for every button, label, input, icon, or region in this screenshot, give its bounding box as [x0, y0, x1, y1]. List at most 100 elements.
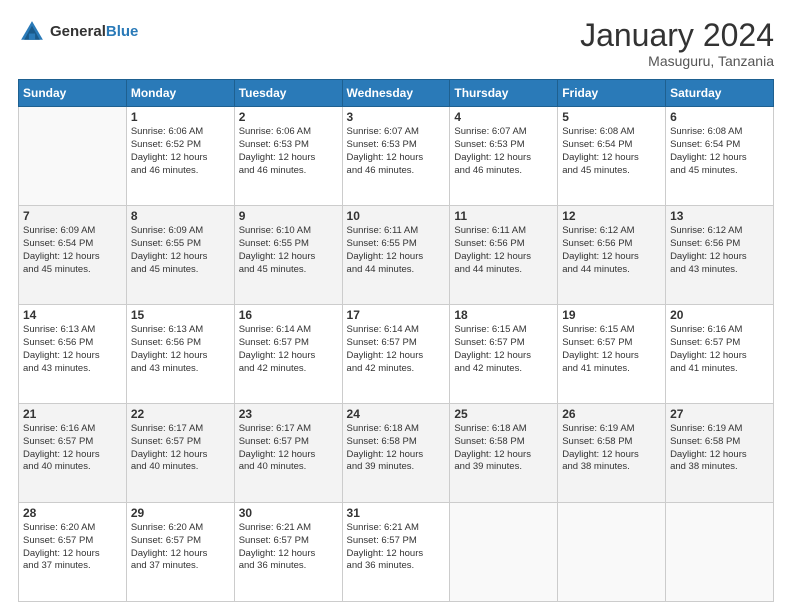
- logo: General Blue: [18, 18, 138, 46]
- day-info: Sunrise: 6:21 AM Sunset: 6:57 PM Dayligh…: [347, 522, 446, 573]
- page: General Blue January 2024 Masuguru, Tanz…: [0, 0, 792, 612]
- day-number: 19: [562, 308, 661, 322]
- col-saturday: Saturday: [666, 80, 774, 107]
- day-info: Sunrise: 6:09 AM Sunset: 6:55 PM Dayligh…: [131, 225, 230, 276]
- calendar-cell: 1Sunrise: 6:06 AM Sunset: 6:52 PM Daylig…: [126, 107, 234, 206]
- calendar-cell: [450, 503, 558, 602]
- day-info: Sunrise: 6:16 AM Sunset: 6:57 PM Dayligh…: [670, 324, 769, 375]
- calendar-cell: 25 Sunrise: 6:18 AM Sunset: 6:58 PM Dayli…: [450, 404, 558, 503]
- header: General Blue January 2024 Masuguru, Tanz…: [18, 18, 774, 69]
- day-number: 8: [131, 209, 230, 223]
- day-number: 20: [670, 308, 769, 322]
- day-number: 22: [131, 407, 230, 421]
- calendar-subtitle: Masuguru, Tanzania: [580, 53, 774, 69]
- calendar-week-5: 28 Sunrise: 6:20 AM Sunset: 6:57 PM Dayli…: [19, 503, 774, 602]
- day-number: 29: [131, 506, 230, 520]
- day-number: 11: [454, 209, 553, 223]
- day-number: 16: [239, 308, 338, 322]
- day-number: 10: [347, 209, 446, 223]
- calendar-cell: 2 Sunrise: 6:06 AM Sunset: 6:53 PM Daylig…: [234, 107, 342, 206]
- calendar-cell: 14Sunrise: 6:13 AM Sunset: 6:56 PM Dayli…: [19, 305, 127, 404]
- day-info: Sunrise: 6:18 AM Sunset: 6:58 PM Dayligh…: [347, 423, 446, 474]
- day-info: Sunrise: 6:06 AM Sunset: 6:53 PM Dayligh…: [239, 126, 338, 177]
- calendar-cell: 8 Sunrise: 6:09 AM Sunset: 6:55 PM Daylig…: [126, 206, 234, 305]
- day-number: 5: [562, 110, 661, 124]
- day-info: Sunrise: 6:15 AM Sunset: 6:57 PM Dayligh…: [454, 324, 553, 375]
- day-info: Sunrise: 6:12 AM Sunset: 6:56 PM Dayligh…: [562, 225, 661, 276]
- day-info: Sunrise: 6:13 AM Sunset: 6:56 PM Dayligh…: [23, 324, 122, 375]
- col-tuesday: Tuesday: [234, 80, 342, 107]
- calendar-cell: 3 Sunrise: 6:07 AM Sunset: 6:53 PM Daylig…: [342, 107, 450, 206]
- calendar-cell: 15 Sunrise: 6:13 AM Sunset: 6:56 PM Dayli…: [126, 305, 234, 404]
- day-number: 1: [131, 110, 230, 124]
- calendar-cell: 26 Sunrise: 6:19 AM Sunset: 6:58 PM Dayli…: [558, 404, 666, 503]
- day-info: Sunrise: 6:07 AM Sunset: 6:53 PM Dayligh…: [347, 126, 446, 177]
- day-info: Sunrise: 6:18 AM Sunset: 6:58 PM Dayligh…: [454, 423, 553, 474]
- day-number: 4: [454, 110, 553, 124]
- day-info: Sunrise: 6:11 AM Sunset: 6:55 PM Dayligh…: [347, 225, 446, 276]
- calendar-table: Sunday Monday Tuesday Wednesday Thursday…: [18, 79, 774, 602]
- day-info: Sunrise: 6:20 AM Sunset: 6:57 PM Dayligh…: [131, 522, 230, 573]
- day-info: Sunrise: 6:14 AM Sunset: 6:57 PM Dayligh…: [239, 324, 338, 375]
- calendar-cell: 7 Sunrise: 6:09 AM Sunset: 6:54 PM Daylig…: [19, 206, 127, 305]
- day-number: 17: [347, 308, 446, 322]
- day-info: Sunrise: 6:19 AM Sunset: 6:58 PM Dayligh…: [562, 423, 661, 474]
- calendar-header-row: Sunday Monday Tuesday Wednesday Thursday…: [19, 80, 774, 107]
- calendar-week-1: 1Sunrise: 6:06 AM Sunset: 6:52 PM Daylig…: [19, 107, 774, 206]
- calendar-cell: 16 Sunrise: 6:14 AM Sunset: 6:57 PM Dayli…: [234, 305, 342, 404]
- calendar-cell: 13Sunrise: 6:12 AM Sunset: 6:56 PM Dayli…: [666, 206, 774, 305]
- day-number: 28: [23, 506, 122, 520]
- calendar-week-2: 7 Sunrise: 6:09 AM Sunset: 6:54 PM Daylig…: [19, 206, 774, 305]
- day-number: 12: [562, 209, 661, 223]
- day-info: Sunrise: 6:21 AM Sunset: 6:57 PM Dayligh…: [239, 522, 338, 573]
- logo-general: General: [50, 24, 106, 41]
- calendar-cell: 12 Sunrise: 6:12 AM Sunset: 6:56 PM Dayli…: [558, 206, 666, 305]
- col-monday: Monday: [126, 80, 234, 107]
- logo-text: General Blue: [50, 24, 138, 41]
- calendar-cell: 17Sunrise: 6:14 AM Sunset: 6:57 PM Dayli…: [342, 305, 450, 404]
- logo-icon: [18, 18, 46, 46]
- day-info: Sunrise: 6:17 AM Sunset: 6:57 PM Dayligh…: [131, 423, 230, 474]
- day-info: Sunrise: 6:19 AM Sunset: 6:58 PM Dayligh…: [670, 423, 769, 474]
- day-info: Sunrise: 6:13 AM Sunset: 6:56 PM Dayligh…: [131, 324, 230, 375]
- calendar-cell: 28 Sunrise: 6:20 AM Sunset: 6:57 PM Dayli…: [19, 503, 127, 602]
- day-number: 3: [347, 110, 446, 124]
- calendar-cell: 18Sunrise: 6:15 AM Sunset: 6:57 PM Dayli…: [450, 305, 558, 404]
- day-info: Sunrise: 6:12 AM Sunset: 6:56 PM Dayligh…: [670, 225, 769, 276]
- day-number: 25: [454, 407, 553, 421]
- day-number: 15: [131, 308, 230, 322]
- day-info: Sunrise: 6:16 AM Sunset: 6:57 PM Dayligh…: [23, 423, 122, 474]
- day-info: Sunrise: 6:15 AM Sunset: 6:57 PM Dayligh…: [562, 324, 661, 375]
- calendar-cell: [19, 107, 127, 206]
- day-info: Sunrise: 6:20 AM Sunset: 6:57 PM Dayligh…: [23, 522, 122, 573]
- day-number: 23: [239, 407, 338, 421]
- calendar-cell: 30Sunrise: 6:21 AM Sunset: 6:57 PM Dayli…: [234, 503, 342, 602]
- day-info: Sunrise: 6:17 AM Sunset: 6:57 PM Dayligh…: [239, 423, 338, 474]
- col-friday: Friday: [558, 80, 666, 107]
- day-number: 2: [239, 110, 338, 124]
- day-number: 6: [670, 110, 769, 124]
- calendar-cell: 5 Sunrise: 6:08 AM Sunset: 6:54 PM Daylig…: [558, 107, 666, 206]
- calendar-cell: 20 Sunrise: 6:16 AM Sunset: 6:57 PM Dayli…: [666, 305, 774, 404]
- day-info: Sunrise: 6:08 AM Sunset: 6:54 PM Dayligh…: [670, 126, 769, 177]
- day-info: Sunrise: 6:08 AM Sunset: 6:54 PM Dayligh…: [562, 126, 661, 177]
- logo-blue: Blue: [106, 24, 139, 41]
- calendar-cell: 29 Sunrise: 6:20 AM Sunset: 6:57 PM Dayli…: [126, 503, 234, 602]
- day-info: Sunrise: 6:09 AM Sunset: 6:54 PM Dayligh…: [23, 225, 122, 276]
- day-info: Sunrise: 6:07 AM Sunset: 6:53 PM Dayligh…: [454, 126, 553, 177]
- calendar-cell: 4 Sunrise: 6:07 AM Sunset: 6:53 PM Daylig…: [450, 107, 558, 206]
- title-block: January 2024 Masuguru, Tanzania: [580, 18, 774, 69]
- calendar-title: January 2024: [580, 18, 774, 53]
- calendar-cell: 23 Sunrise: 6:17 AM Sunset: 6:57 PM Dayli…: [234, 404, 342, 503]
- col-wednesday: Wednesday: [342, 80, 450, 107]
- calendar-cell: 27Sunrise: 6:19 AM Sunset: 6:58 PM Dayli…: [666, 404, 774, 503]
- calendar-cell: 21Sunrise: 6:16 AM Sunset: 6:57 PM Dayli…: [19, 404, 127, 503]
- day-number: 7: [23, 209, 122, 223]
- calendar-cell: 9Sunrise: 6:10 AM Sunset: 6:55 PM Daylig…: [234, 206, 342, 305]
- day-number: 26: [562, 407, 661, 421]
- calendar-week-4: 21Sunrise: 6:16 AM Sunset: 6:57 PM Dayli…: [19, 404, 774, 503]
- calendar-cell: 24 Sunrise: 6:18 AM Sunset: 6:58 PM Dayli…: [342, 404, 450, 503]
- day-info: Sunrise: 6:11 AM Sunset: 6:56 PM Dayligh…: [454, 225, 553, 276]
- calendar-cell: 19 Sunrise: 6:15 AM Sunset: 6:57 PM Dayli…: [558, 305, 666, 404]
- day-number: 24: [347, 407, 446, 421]
